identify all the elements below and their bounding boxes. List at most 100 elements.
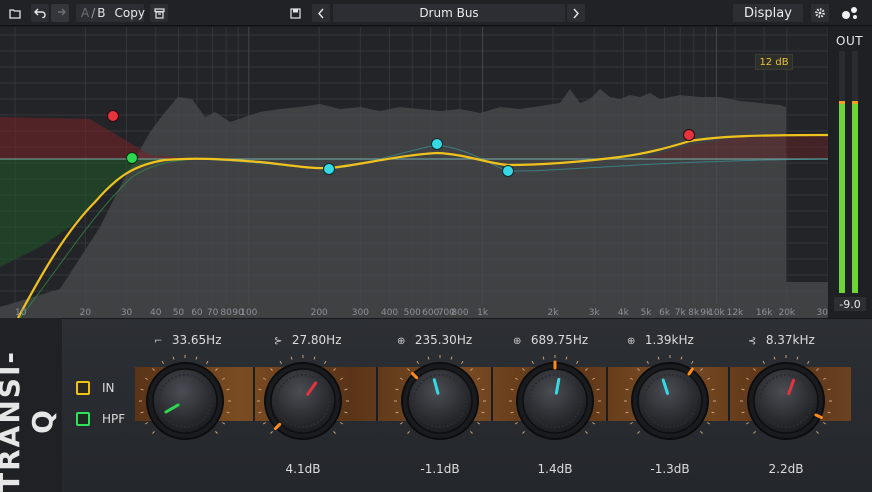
delete-button[interactable] [150,4,168,22]
output-level-readout[interactable]: -9.0 [834,297,866,311]
band-4-gain-label[interactable]: 1.4dB [515,462,595,476]
band-2-frequency-label[interactable]: ⊱ 27.80Hz [274,333,342,347]
band-node-hpf[interactable] [126,152,138,164]
band-6-frequency-label[interactable]: ⊰ 8.37kHz [748,333,815,347]
folder-icon [9,8,21,19]
knob-graphic [509,355,601,440]
save-preset-button[interactable] [286,4,304,22]
frequency-value: 33.65Hz [171,333,222,347]
eq-graph[interactable]: 10 20 30 40 50 60 70 80 90 100 200 300 400 500 600 700 8… [0,27,828,318]
chevron-left-icon [318,8,324,18]
next-preset-button[interactable] [567,4,585,22]
band-node-bell-2[interactable] [431,138,443,150]
band-1-frequency-knob[interactable] [137,353,233,449]
db-range-badge[interactable]: 12 dB [755,54,793,70]
frequency-value: 1.39kHz [644,333,694,347]
frequency-tick-label: 80 [220,308,232,318]
frequency-tick-label: 12k [727,308,744,318]
bell-icon: ⊕ [627,336,636,347]
band-divider [728,367,730,421]
band-divider [376,367,378,421]
knob-graphic [139,355,231,440]
band-divider [606,367,608,421]
band-6-frequency-knob[interactable] [738,353,834,449]
frequency-tick-label: 3k [589,308,601,318]
logo-menu-button[interactable] [838,4,862,22]
knob-graphic [624,355,716,440]
product-logo: TRANSI-Q [0,350,59,492]
band-4-frequency-knob[interactable] [507,353,603,449]
band-2-frequency-knob[interactable] [255,353,351,449]
band-5-frequency-label[interactable]: ⊕ 1.39kHz [627,333,694,347]
hpf-toggle-label: HPF [102,412,126,426]
knob-graphic [257,355,349,440]
band-divider [491,367,493,421]
frequency-tick-label: 70 [207,308,219,318]
redo-button[interactable] [51,4,69,22]
hpf-icon: ⌐ [154,336,163,347]
input-toggle[interactable] [76,381,90,395]
frequency-value: 8.37kHz [765,333,815,347]
previous-preset-button[interactable] [312,4,330,22]
output-meter-bars [839,51,858,293]
band-node-low-shelf[interactable] [107,110,119,122]
top-toolbar: A / B Copy Drum Bus Display [0,0,872,26]
frequency-tick-label: 4k [618,308,630,318]
band-3-frequency-label[interactable]: ⊕ 235.30Hz [397,333,472,347]
undo-icon [34,8,46,18]
display-menu-button[interactable]: Display [733,4,803,22]
low-shelf-icon: ⊱ [274,336,283,347]
frequency-tick-label: 200 [311,308,328,318]
band-node-bell-3[interactable] [502,165,514,177]
ab-b-button[interactable]: B [97,6,105,20]
output-meter [829,27,872,318]
frequency-tick-label: 7k [675,308,687,318]
trash-icon [153,7,165,19]
frequency-tick-label: 10k [708,308,725,318]
gear-icon [815,8,825,18]
frequency-tick-label: 10 [15,308,27,318]
frequency-value: 27.80Hz [291,333,342,347]
frequency-value: 689.75Hz [530,333,589,347]
redo-icon [58,8,66,16]
frequency-tick-label: 40 [150,308,162,318]
band-2-gain-label[interactable]: 4.1dB [263,462,343,476]
preset-selector[interactable]: Drum Bus [333,4,565,22]
frequency-tick-label: 8k [688,308,700,318]
hpf-toggle[interactable] [76,412,90,426]
band-3-frequency-knob[interactable] [392,353,488,449]
brand-logo-icon [842,7,857,19]
db-range-value: 12 dB [759,56,789,68]
frequency-tick-label: 30 [817,308,828,318]
band-3-gain-label[interactable]: -1.1dB [400,462,480,476]
frequency-tick-label: 100 [240,308,257,318]
knob-graphic [740,355,832,440]
spectrum-analyzer [0,89,828,318]
input-toggle-label: IN [102,381,115,395]
ab-compare-group: A / B Copy [76,4,145,22]
frequency-tick-label: 50 [173,308,185,318]
eq-graph-canvas: 10 20 30 40 50 60 70 80 90100 200 300 400 500 6007008… [0,27,828,318]
output-label: OUT [836,34,864,48]
open-folder-button[interactable] [6,4,24,22]
copy-button[interactable]: Copy [115,6,145,20]
frequency-tick-label: 1k [477,308,489,318]
frequency-tick-label: 6k [659,308,671,318]
frequency-tick-label: 20k [778,308,795,318]
band-node-bell-1[interactable] [323,163,335,175]
frequency-tick-label: 800 [451,308,468,318]
ab-a-button[interactable]: A [81,6,89,20]
save-icon [289,7,301,19]
frequency-tick-label: 300 [352,308,369,318]
undo-button[interactable] [31,4,49,22]
bell-icon: ⊕ [513,336,522,347]
bell-icon: ⊕ [397,336,406,347]
frequency-tick-label: 20 [80,308,92,318]
band-5-frequency-knob[interactable] [622,353,718,449]
settings-button[interactable] [811,4,829,22]
band-node-high-shelf[interactable] [683,129,695,141]
band-6-gain-label[interactable]: 2.2dB [746,462,826,476]
band-1-frequency-label[interactable]: ⌐ 33.65Hz [154,333,222,347]
band-5-gain-label[interactable]: -1.3dB [630,462,710,476]
band-4-frequency-label[interactable]: ⊕ 689.75Hz [513,333,588,347]
